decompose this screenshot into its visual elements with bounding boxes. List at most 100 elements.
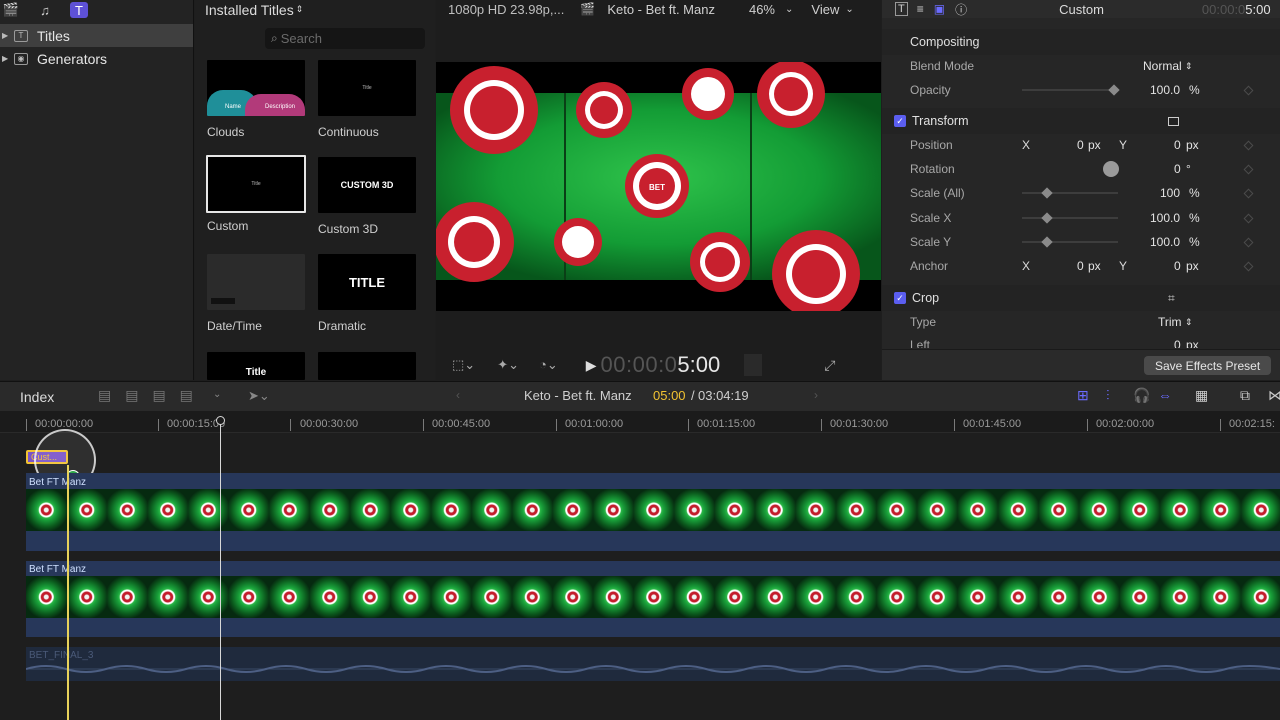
- browser-title[interactable]: Installed Titles ⇕: [195, 0, 435, 19]
- title-tile-date-time[interactable]: Date/Time: [207, 254, 305, 333]
- chevron-updown-icon: ⇕: [295, 4, 304, 14]
- transform-tool-icon[interactable]: ⬚⌄: [452, 357, 475, 373]
- scale-y-slider-knob[interactable]: [1041, 236, 1053, 248]
- title-tile-continuous[interactable]: Title Continuous: [318, 60, 416, 139]
- sidebar-item-titles[interactable]: ▶ T Titles: [0, 24, 193, 47]
- title-tile-partial[interactable]: Title: [207, 352, 305, 380]
- opacity-slider-knob[interactable]: [1108, 84, 1120, 96]
- keyframe-icon[interactable]: [1243, 164, 1254, 174]
- save-effects-preset-button[interactable]: Save Effects Preset: [1144, 356, 1272, 375]
- rotation-value[interactable]: 0: [1174, 162, 1181, 176]
- audio-clip[interactable]: BET_FINAL_3: [26, 647, 1280, 681]
- titles-icon[interactable]: T: [70, 2, 88, 18]
- title-tile-clouds[interactable]: Name Description Clouds: [207, 60, 305, 139]
- title-tile-custom[interactable]: Title Custom: [206, 155, 306, 233]
- transitions-browser-icon[interactable]: ⋈: [1268, 387, 1280, 404]
- opacity-slider[interactable]: [1022, 89, 1118, 91]
- transform-checkbox[interactable]: ✓: [894, 115, 906, 127]
- position-label: Position: [910, 138, 953, 152]
- forward-arrow-icon[interactable]: ›: [814, 388, 818, 402]
- video-frame[interactable]: BET: [436, 62, 881, 311]
- keyframe-icon[interactable]: [1243, 188, 1254, 198]
- scale-all-slider[interactable]: [1022, 192, 1118, 194]
- audio-waveform: [26, 665, 1280, 673]
- scale-x-slider[interactable]: [1022, 217, 1118, 219]
- effects-browser-icon[interactable]: ⧉: [1240, 387, 1250, 404]
- search-input[interactable]: ⌕ Search: [265, 28, 425, 49]
- keyframe-icon[interactable]: [1243, 140, 1254, 150]
- video-inspector-icon[interactable]: ▣: [934, 2, 945, 16]
- title-tile-dramatic[interactable]: TITLE Dramatic: [318, 254, 416, 333]
- scale-y-value[interactable]: 100.0: [1150, 235, 1180, 249]
- crop-left-value[interactable]: 0: [1174, 338, 1181, 348]
- timeline-ruler[interactable]: 00:00:00:00 00:00:15:00 00:00:30:00 00:0…: [0, 411, 1280, 433]
- tile-label: Custom 3D: [318, 222, 379, 236]
- skimming-icon[interactable]: ⊞: [1077, 387, 1089, 404]
- search-icon: ⌕: [271, 31, 278, 45]
- scale-x-slider-knob[interactable]: [1041, 212, 1053, 224]
- opacity-value[interactable]: 100.0: [1150, 83, 1180, 97]
- title-tile-custom-3d[interactable]: CUSTOM 3D Custom 3D: [318, 157, 416, 236]
- index-button[interactable]: Index: [20, 389, 54, 405]
- keyframe-icon[interactable]: [1243, 213, 1254, 223]
- audio-skimming-icon[interactable]: ⫶: [1106, 387, 1110, 404]
- crop-onscreen-icon[interactable]: ⌗: [1168, 291, 1175, 306]
- view-menu[interactable]: View: [811, 2, 839, 17]
- crop-type-popup[interactable]: Trim: [1158, 315, 1182, 329]
- playhead[interactable]: [220, 417, 221, 720]
- position-x-value[interactable]: 0: [1077, 138, 1084, 152]
- scale-all-value[interactable]: 100: [1160, 186, 1180, 200]
- photos-icon[interactable]: ♫: [36, 2, 54, 18]
- keyframe-icon[interactable]: [1243, 261, 1254, 271]
- timeline[interactable]: 00:00:00:00 00:00:15:00 00:00:30:00 00:0…: [0, 411, 1280, 720]
- sidebar-item-generators[interactable]: ▶ ◉ Generators: [0, 47, 193, 70]
- title-tile-partial[interactable]: [318, 352, 416, 380]
- clapper-icon[interactable]: 🎬: [2, 2, 20, 18]
- ruler-tick: [423, 419, 424, 431]
- disclosure-triangle-icon[interactable]: ▶: [2, 54, 14, 63]
- anchor-x-value[interactable]: 0: [1077, 259, 1084, 273]
- rotation-dial[interactable]: [1103, 161, 1119, 177]
- timeline-current-time: 05:00: [653, 388, 686, 403]
- blend-mode-popup[interactable]: Normal: [1143, 59, 1182, 73]
- chevron-down-icon[interactable]: ⌄: [785, 4, 793, 15]
- keyframe-icon[interactable]: [1243, 85, 1254, 95]
- edit-buttons-icon[interactable]: ▤▤▤▤: [98, 387, 207, 404]
- video-clip[interactable]: Bet FT Manz: [26, 473, 1280, 551]
- fullscreen-icon[interactable]: ⤢: [824, 357, 835, 374]
- crop-checkbox[interactable]: ✓: [894, 292, 906, 304]
- title-inspector-icon[interactable]: T: [895, 2, 908, 16]
- sidebar-item-label: Generators: [37, 50, 108, 67]
- timeline-separator: /: [691, 388, 695, 403]
- transform-onscreen-icon[interactable]: [1168, 116, 1179, 126]
- play-icon[interactable]: ▶: [586, 357, 597, 374]
- keyframe-icon[interactable]: [1243, 237, 1254, 247]
- snapping-icon[interactable]: ⇔: [1158, 387, 1172, 403]
- video-clip[interactable]: Bet FT Manz: [26, 561, 1280, 637]
- scale-x-value[interactable]: 100.0: [1150, 211, 1180, 225]
- chevron-down-icon[interactable]: ⌄: [213, 389, 221, 400]
- chevron-down-icon[interactable]: ⌄: [845, 4, 853, 15]
- ruler-tick: [1220, 419, 1221, 431]
- partial-thumbnail: [318, 352, 416, 380]
- info-icon[interactable]: ⓘ: [955, 1, 967, 18]
- poker-chip: [436, 202, 514, 282]
- enhance-tool-icon[interactable]: ✦⌄: [497, 357, 519, 373]
- scale-y-slider[interactable]: [1022, 241, 1118, 243]
- clip-appearance-icon[interactable]: ▦: [1195, 387, 1208, 404]
- unit-label: px: [1186, 138, 1199, 152]
- playhead-handle[interactable]: [216, 416, 225, 425]
- scale-all-slider-knob[interactable]: [1041, 187, 1053, 199]
- format-label[interactable]: 1080p HD 23.98p,...: [448, 2, 564, 17]
- select-tool-icon[interactable]: ➤⌄: [248, 388, 270, 404]
- headphones-icon[interactable]: 🎧: [1133, 387, 1150, 404]
- anchor-y-value[interactable]: 0: [1174, 259, 1181, 273]
- timecode-bright: 5:00: [677, 352, 721, 377]
- percent-unit: %: [1189, 186, 1200, 200]
- disclosure-triangle-icon[interactable]: ▶: [2, 31, 14, 40]
- retime-icon[interactable]: ◔⌄: [539, 357, 558, 373]
- back-arrow-icon[interactable]: ‹: [456, 388, 460, 402]
- text-inspector-icon[interactable]: ≡: [917, 2, 924, 16]
- zoom-level[interactable]: 46%: [749, 2, 775, 17]
- position-y-value[interactable]: 0: [1174, 138, 1181, 152]
